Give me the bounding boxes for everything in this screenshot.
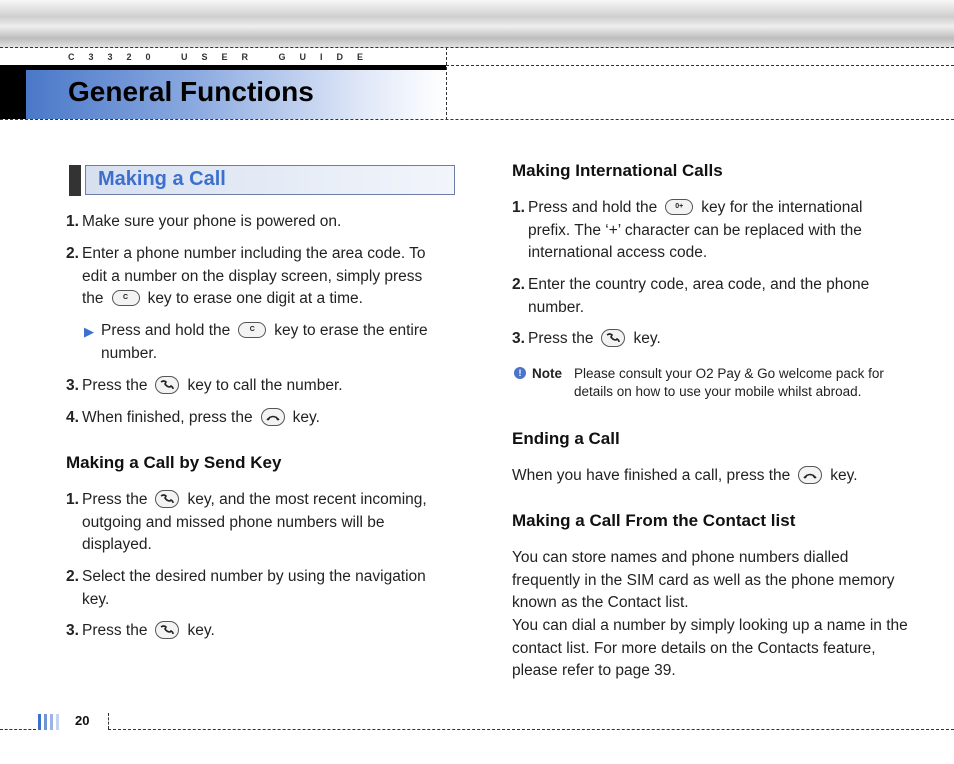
step-3: 3. Press the key to call the number. bbox=[66, 375, 456, 398]
step-text: Press the bbox=[82, 377, 148, 394]
footer-stripe bbox=[44, 714, 47, 730]
step-text: Press the bbox=[82, 622, 148, 639]
note-label: Note bbox=[532, 366, 562, 381]
send-key-icon bbox=[601, 328, 626, 347]
note-text: Please consult your O2 Pay & Go welcome … bbox=[574, 366, 884, 399]
step-number: 1. bbox=[66, 213, 79, 230]
step-text: Press the bbox=[82, 491, 148, 508]
step-number: 2. bbox=[66, 568, 79, 585]
header-vertical-rule bbox=[446, 47, 447, 120]
step-text: Enter the country code, area code, and t… bbox=[528, 276, 870, 316]
footer-stripe bbox=[50, 714, 53, 730]
step-number: 3. bbox=[66, 377, 79, 394]
bullet-text: Press and hold the bbox=[101, 322, 231, 339]
title-black-block bbox=[0, 70, 26, 119]
guide-label: C3320 USER GUIDE bbox=[68, 52, 378, 62]
clear-key-icon: C bbox=[238, 321, 267, 338]
intl-step-2: 2. Enter the country code, area code, an… bbox=[512, 274, 902, 319]
ending-text: When you have finished a call, press the… bbox=[512, 465, 912, 488]
footer-stripe bbox=[38, 714, 41, 730]
send-key-heading: Making a Call by Send Key bbox=[66, 453, 282, 472]
step-number: 3. bbox=[66, 622, 79, 639]
footer-rule-left bbox=[0, 729, 36, 730]
page-title: General Functions bbox=[68, 76, 314, 107]
step-text: key. bbox=[633, 330, 661, 347]
intl-step-1: 1. Press and hold the 0+ key for the inter… bbox=[512, 197, 902, 265]
step-text: key. bbox=[187, 622, 215, 639]
step-2: 2. Enter a phone number including the ar… bbox=[66, 243, 446, 311]
step-text: Press the bbox=[528, 330, 594, 347]
end-key-icon bbox=[798, 465, 823, 484]
section-marker bbox=[69, 165, 81, 196]
step-number: 1. bbox=[512, 199, 525, 216]
step-4: 4. When finished, press the key. bbox=[66, 407, 456, 430]
header-bottom-rule bbox=[0, 119, 954, 120]
send-key-icon bbox=[155, 375, 180, 394]
step-1: 1. Make sure your phone is powered on. bbox=[66, 211, 456, 234]
end-key-icon bbox=[260, 407, 285, 426]
arrow-right-icon: ▶ bbox=[84, 324, 94, 339]
send-key-icon bbox=[155, 489, 180, 508]
zero-key-icon: 0+ bbox=[665, 198, 694, 215]
contact-paragraph-2: You can dial a number by simply looking … bbox=[512, 617, 908, 679]
step-text: key. bbox=[292, 409, 320, 426]
info-icon: ! bbox=[514, 367, 526, 379]
step-number: 2. bbox=[66, 245, 79, 262]
page-number: 20 bbox=[75, 713, 90, 728]
step-text: key to erase one digit at a time. bbox=[147, 290, 363, 307]
step-number: 3. bbox=[512, 330, 525, 347]
header-band bbox=[0, 0, 954, 48]
send-step-3: 3. Press the key. bbox=[66, 620, 451, 643]
footer-rule bbox=[108, 729, 954, 730]
step-2-bullet: ▶ Press and hold the Ckey to erase the en… bbox=[84, 320, 454, 365]
header-rule-2 bbox=[446, 65, 954, 66]
ending-heading: Ending a Call bbox=[512, 429, 620, 448]
send-step-2: 2. Select the desired number by using th… bbox=[66, 566, 451, 611]
step-text: When finished, press the bbox=[82, 409, 253, 426]
ending-text-b: key. bbox=[830, 467, 858, 484]
footer-stripe bbox=[56, 714, 59, 730]
step-number: 1. bbox=[66, 491, 79, 508]
step-text: Make sure your phone is powered on. bbox=[82, 213, 342, 230]
footer-vertical-rule bbox=[108, 713, 109, 729]
header-rule bbox=[0, 47, 954, 48]
intl-step-3: 3. Press the key. bbox=[512, 328, 902, 351]
ending-text-a: When you have finished a call, press the bbox=[512, 467, 791, 484]
contact-paragraph-1: You can store names and phone numbers di… bbox=[512, 549, 895, 611]
step-text: Press and hold the bbox=[528, 199, 658, 216]
step-text: Select the desired number by using the n… bbox=[82, 568, 426, 608]
contact-heading: Making a Call From the Contact list bbox=[512, 511, 796, 530]
send-key-icon bbox=[155, 620, 180, 639]
intl-heading: Making International Calls bbox=[512, 161, 723, 180]
send-step-1: 1. Press the key, and the most recent inc… bbox=[66, 489, 451, 557]
step-number: 4. bbox=[66, 409, 79, 426]
section-title: Making a Call bbox=[98, 168, 226, 190]
step-text: key to call the number. bbox=[187, 377, 343, 394]
clear-key-icon: C bbox=[111, 289, 140, 306]
step-number: 2. bbox=[512, 276, 525, 293]
